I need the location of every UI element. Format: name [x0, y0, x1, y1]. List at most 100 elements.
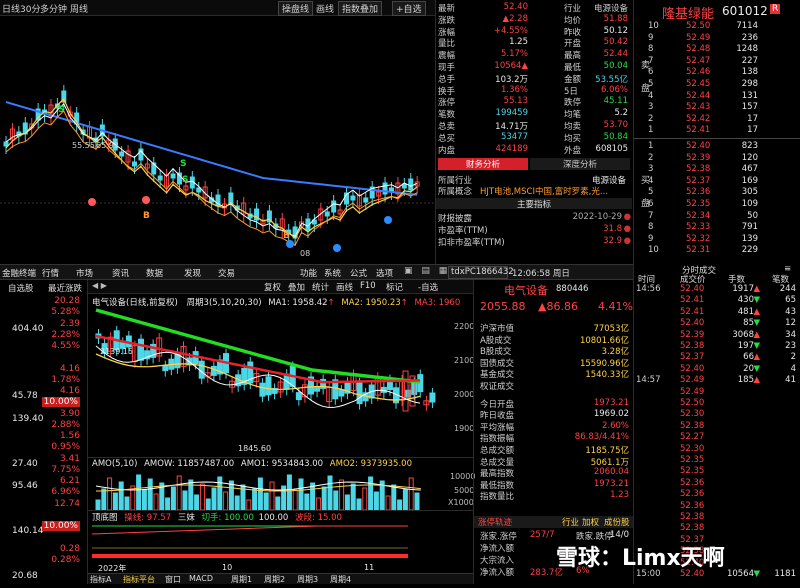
bottom-tab[interactable]: 指标平台: [123, 574, 155, 585]
period-weekly-tab[interactable]: 周线: [70, 2, 88, 15]
period-30min-tab[interactable]: 30分: [20, 2, 40, 15]
bottom-tab[interactable]: 周期2: [264, 574, 285, 585]
chart-tool-button[interactable]: 画线: [336, 281, 353, 293]
ask-row[interactable]: 8 52.48 1248: [634, 44, 800, 55]
ask-row[interactable]: 4 52.44 131: [634, 91, 800, 102]
bid-row[interactable]: 6 52.35 109: [634, 199, 800, 210]
tab-deep[interactable]: 深度分析: [530, 158, 630, 170]
info-dot-icon: ●: [623, 236, 631, 246]
bottom-tab[interactable]: MACD: [189, 574, 213, 583]
menu-item[interactable]: 资讯: [112, 267, 129, 279]
ask-row[interactable]: 2 52.42 17: [634, 114, 800, 125]
add-watchlist-button[interactable]: +自选: [392, 1, 426, 16]
upper-candle: [324, 211, 330, 217]
draw-line-button[interactable]: 画线: [316, 2, 334, 15]
ask-volume: 1248: [736, 44, 758, 55]
period-multi-min-tab[interactable]: 多分钟: [40, 2, 67, 15]
info-value[interactable]: HJT电池,MSCI中国,富时罗素,光...: [480, 185, 608, 197]
tick-count: 41: [785, 375, 796, 386]
lower-kline-chart[interactable]: 2139.15 1845.60: [88, 306, 473, 456]
menu-item[interactable]: 交易: [218, 267, 235, 279]
watchlist-row[interactable]: 12.74: [0, 499, 88, 521]
menu-item[interactable]: 功能: [300, 267, 317, 279]
ask-row[interactable]: 7 52.47 227: [634, 56, 800, 67]
menu-item[interactable]: 金融终端: [2, 267, 36, 279]
chart-tool-button[interactable]: 标记: [386, 281, 403, 293]
bid-row[interactable]: 8 52.33 791: [634, 222, 800, 233]
bid-row[interactable]: 3 52.38 467: [634, 164, 800, 175]
fin-label: 财报披露: [438, 214, 473, 224]
menu-item[interactable]: 系统: [324, 267, 341, 279]
ask-row[interactable]: 10 52.50 7114: [634, 21, 800, 32]
info-dot-icon: ●: [623, 212, 631, 222]
watchlist-pct: 7.75%: [51, 464, 80, 475]
index-tab[interactable]: 成份股: [604, 516, 630, 528]
fin-row: 财报披露 2022-10-29 ●: [436, 212, 632, 224]
watchlist-row[interactable]: 95.46 6.21 6.96%: [0, 476, 88, 498]
bottom-tab[interactable]: 窗口: [165, 574, 181, 585]
menu-item[interactable]: 公式: [350, 267, 367, 279]
ask-row[interactable]: 3 52.43 157: [634, 102, 800, 113]
code-input[interactable]: tdxPC1866432: [448, 266, 514, 279]
ask-row[interactable]: 9 52.49 236: [634, 33, 800, 44]
watchlist-row[interactable]: 20.68: [0, 566, 88, 588]
watchlist-row[interactable]: 4.16 1.78%: [0, 364, 88, 386]
watchlist-row[interactable]: 404.40 2.39 2.28%: [0, 319, 88, 341]
index-tab[interactable]: 涨停轨迹: [478, 516, 512, 528]
lower-candle: [138, 338, 144, 361]
quote-label: 行业: [564, 4, 582, 14]
bid-row[interactable]: 7 52.34 50: [634, 211, 800, 222]
chart-tool-button[interactable]: 统计: [312, 281, 329, 293]
ask-row[interactable]: 6 52.46 138: [634, 67, 800, 78]
bid-row[interactable]: 1 52.40 823: [634, 141, 800, 152]
chart-tool-button[interactable]: -自选: [418, 281, 438, 293]
index-overlay-button[interactable]: 指数叠加: [338, 1, 383, 16]
window-controls-icon[interactable]: ▣ ▤ ▦: [404, 266, 450, 276]
bid-row[interactable]: 9 52.32 139: [634, 234, 800, 245]
chart-tool-button[interactable]: 复权: [264, 281, 281, 293]
fin-row: 扣非市盈率(TTM) 32.9 ●: [436, 236, 632, 248]
tab-financial[interactable]: 财务分析: [438, 158, 528, 170]
bottom-tab[interactable]: 周期4: [330, 574, 351, 585]
menu-item[interactable]: 发现: [184, 267, 201, 279]
menu-item[interactable]: 选项: [376, 267, 393, 279]
period-daily-tab[interactable]: 日线: [2, 2, 20, 15]
bottom-tab[interactable]: 周期3: [297, 574, 318, 585]
upper-kline-chart[interactable]: 55.55 65.92 08 S S S B B: [0, 16, 435, 264]
index-tab[interactable]: 加权: [582, 516, 599, 528]
amo-bar: [344, 494, 350, 510]
bid-row[interactable]: 10 52.31 229: [634, 245, 800, 256]
watchlist-row[interactable]: 0.28 0.28%: [0, 544, 88, 566]
trade-line-button[interactable]: 操盘线: [278, 1, 314, 16]
watchlist-row[interactable]: 1.56 0.95%: [0, 431, 88, 453]
tick-time: 14:56: [636, 284, 661, 294]
chart-tool-button[interactable]: 叠加: [288, 281, 305, 293]
amo-volume-chart[interactable]: [88, 468, 440, 510]
index-value: 77053亿: [593, 324, 629, 334]
bid-row[interactable]: 2 52.39 120: [634, 153, 800, 164]
watchlist-row[interactable]: 45.78 4.16 10.00%: [0, 386, 88, 408]
menu-item[interactable]: 行情: [42, 267, 59, 279]
ask-row[interactable]: 1 52.41 17: [634, 125, 800, 136]
watchlist-row[interactable]: 20.28 5.28%: [0, 296, 88, 318]
index-tab[interactable]: 行业: [562, 516, 579, 528]
bottom-tab[interactable]: 指标A: [90, 574, 111, 585]
menu-item[interactable]: 数据: [146, 267, 163, 279]
watchlist-row[interactable]: 27.40 3.41 7.75%: [0, 454, 88, 476]
menu-item[interactable]: 市场: [76, 267, 93, 279]
indicator-chart[interactable]: [88, 520, 440, 562]
bottom-tabs: 指标A 指标平台 窗口 MACD 周期1 周期2 周期3 周期4: [88, 573, 473, 584]
price-annotation-high: 2139.15: [100, 347, 133, 356]
tick-row: 52.39 3068 ▲ 34: [634, 330, 800, 341]
chart-tool-button[interactable]: F10: [360, 281, 376, 291]
watchlist-row[interactable]: 140.14 10.00%: [0, 521, 88, 543]
bid-row[interactable]: 5 52.36 305: [634, 187, 800, 198]
watchlist-row[interactable]: 139.40 3.90 2.88%: [0, 409, 88, 431]
bid-row[interactable]: 4 52.37 169: [634, 176, 800, 187]
ask-row[interactable]: 5 52.45 298: [634, 79, 800, 90]
watchlist-row[interactable]: 4.55%: [0, 341, 88, 363]
bottom-tab[interactable]: 周期1: [231, 574, 252, 585]
toolbar-arrow-icon[interactable]: ◀ ▶: [92, 281, 107, 290]
main-index-header[interactable]: 主要指标: [436, 198, 632, 210]
tick-row: 52.35: [634, 466, 800, 477]
